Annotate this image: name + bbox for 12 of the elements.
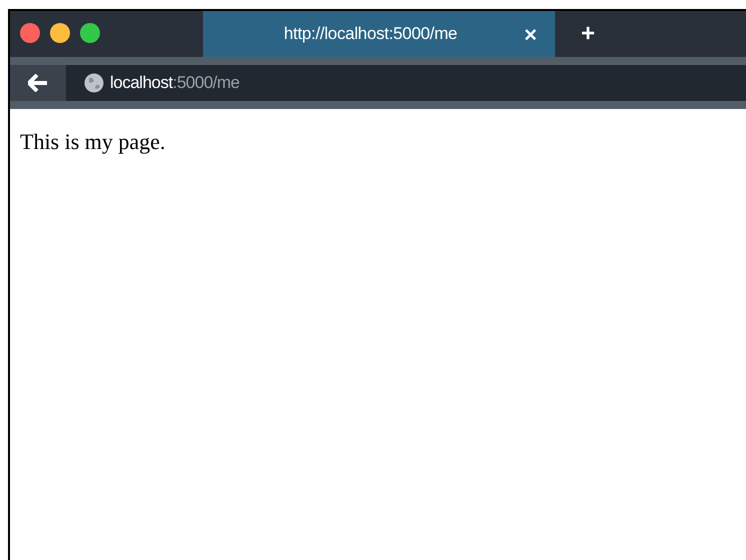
close-tab-button[interactable]: × <box>524 18 537 50</box>
new-tab-button[interactable]: + <box>555 11 621 57</box>
window-control-button[interactable] <box>50 23 70 43</box>
address-field[interactable]: localhost:5000/me <box>110 70 240 96</box>
window-control-button[interactable] <box>20 23 40 43</box>
back-button[interactable] <box>10 65 66 101</box>
browser-tab[interactable]: http://localhost:5000/me × <box>203 11 555 57</box>
globe-icon <box>84 73 104 93</box>
window-control-button[interactable] <box>80 23 100 43</box>
tab-title: http://localhost:5000/me <box>282 23 458 46</box>
back-arrow-icon <box>28 74 48 92</box>
page-text: This is my page. <box>20 128 166 156</box>
